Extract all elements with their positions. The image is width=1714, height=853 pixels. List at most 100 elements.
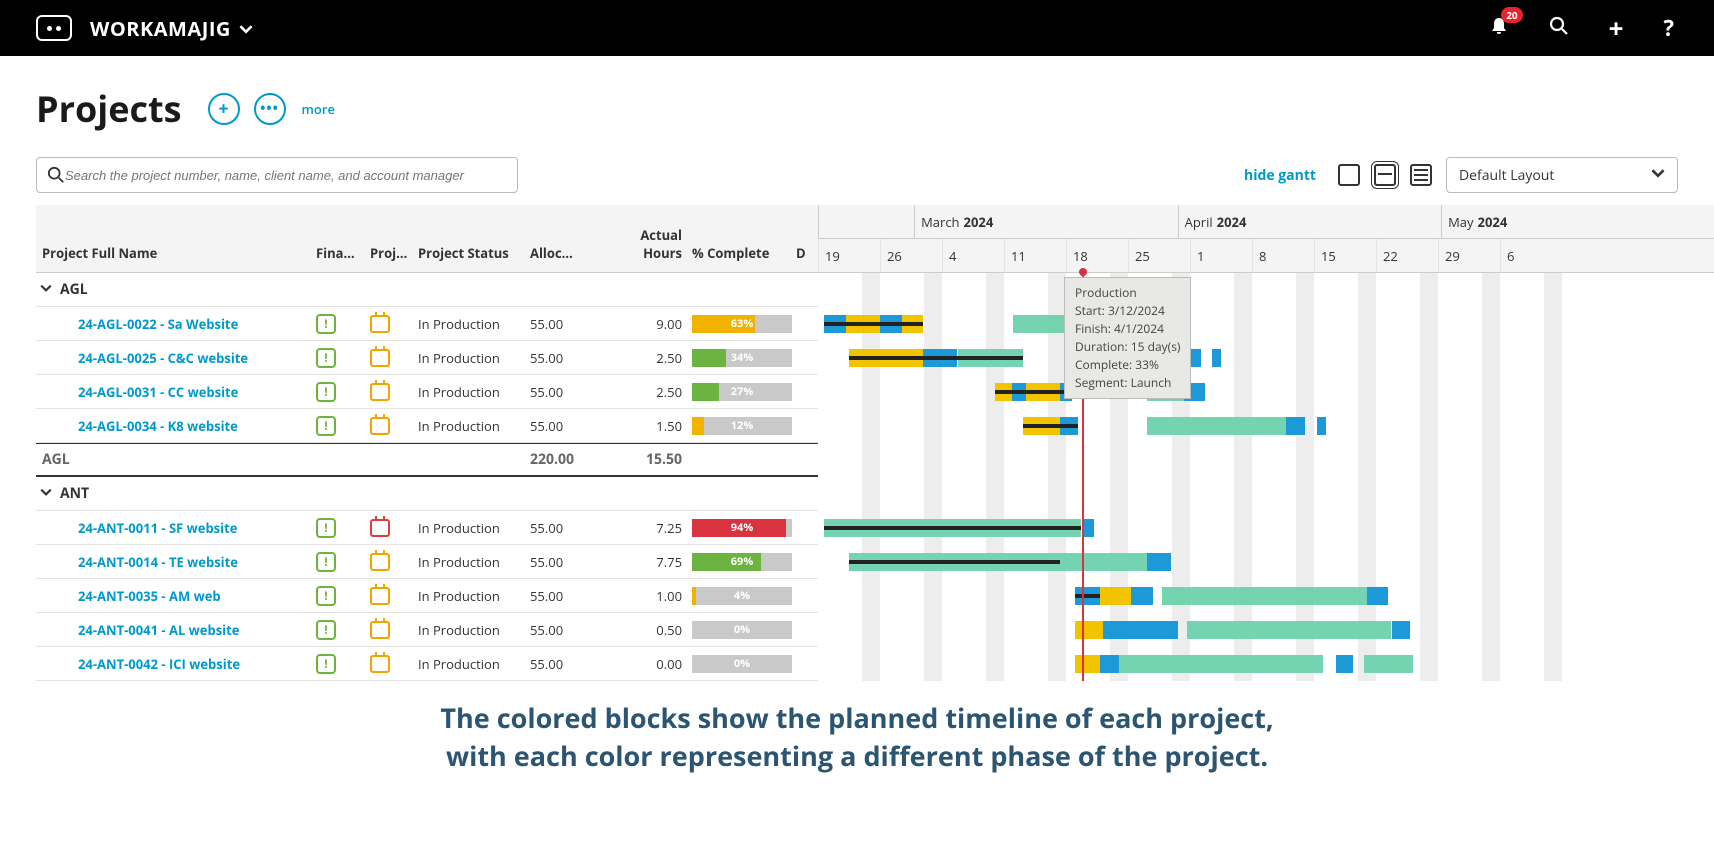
- help-icon[interactable]: ?: [1664, 13, 1675, 43]
- gantt-segment[interactable]: [1317, 417, 1326, 435]
- gantt-row[interactable]: [818, 647, 1714, 681]
- project-link[interactable]: 24-AGL-0025 - C&C website: [36, 349, 316, 367]
- tooltip-start: Start: 3/12/2024: [1075, 302, 1180, 320]
- view-card-icon[interactable]: [1338, 164, 1360, 186]
- day-cell: 4: [942, 239, 1004, 272]
- gantt-row[interactable]: [818, 579, 1714, 613]
- search-icon[interactable]: [1549, 15, 1569, 42]
- gantt-segment[interactable]: [1187, 621, 1392, 639]
- hide-gantt-link[interactable]: hide gantt: [1244, 166, 1316, 185]
- col-project-name[interactable]: Project Full Name: [36, 244, 316, 262]
- gantt-segment[interactable]: [1162, 587, 1367, 605]
- financial-status-icon[interactable]: !: [316, 416, 370, 436]
- gantt-progress-line: [849, 560, 1060, 564]
- project-link[interactable]: 24-AGL-0031 - CC website: [36, 383, 316, 401]
- project-schedule-icon[interactable]: [370, 349, 418, 367]
- project-schedule-icon[interactable]: [370, 383, 418, 401]
- month-cell: April 2024: [1178, 205, 1442, 238]
- gantt-segment[interactable]: [1212, 349, 1221, 367]
- project-schedule-icon[interactable]: [370, 519, 418, 537]
- financial-status-icon[interactable]: !: [316, 586, 370, 606]
- magnify-icon: [47, 166, 65, 184]
- project-schedule-icon[interactable]: [370, 315, 418, 333]
- financial-status-icon[interactable]: !: [316, 620, 370, 640]
- gantt-segment[interactable]: [1075, 621, 1103, 639]
- project-link[interactable]: 24-ANT-0014 - TE website: [36, 553, 316, 571]
- notifications-button[interactable]: 20: [1489, 15, 1509, 42]
- layout-value: Default Layout: [1459, 166, 1554, 185]
- brand-menu[interactable]: WORKAMAJIG: [90, 15, 253, 42]
- gantt-segment[interactable]: [1367, 587, 1389, 605]
- col-proj[interactable]: Proj…: [370, 244, 418, 262]
- gantt-row[interactable]: [818, 307, 1714, 341]
- gantt-row[interactable]: [818, 341, 1714, 375]
- more-link[interactable]: more: [302, 100, 335, 118]
- project-link[interactable]: 24-AGL-0034 - K8 website: [36, 417, 316, 435]
- status-cell: In Production: [418, 519, 530, 537]
- project-link[interactable]: 24-ANT-0041 - AL website: [36, 621, 316, 639]
- col-status[interactable]: Project Status: [418, 244, 530, 262]
- financial-status-icon[interactable]: !: [316, 348, 370, 368]
- project-schedule-icon[interactable]: [370, 655, 418, 673]
- financial-status-icon[interactable]: !: [316, 552, 370, 572]
- view-list-icon[interactable]: [1410, 164, 1432, 186]
- gantt-segment[interactable]: [1336, 655, 1353, 673]
- alloc-cell: 55.00: [530, 383, 600, 401]
- gantt-segment[interactable]: [1286, 417, 1305, 435]
- app-header: WORKAMAJIG 20 + ?: [0, 0, 1714, 56]
- col-complete[interactable]: % Complete: [688, 244, 796, 262]
- project-link[interactable]: 24-ANT-0011 - SF website: [36, 519, 316, 537]
- project-link[interactable]: 24-ANT-0035 - AM web: [36, 587, 316, 605]
- alloc-cell: 55.00: [530, 315, 600, 333]
- group-row[interactable]: ANT: [36, 477, 818, 511]
- financial-status-icon[interactable]: !: [316, 654, 370, 674]
- search-box[interactable]: [36, 157, 518, 193]
- actual-cell: 0.50: [600, 621, 688, 639]
- gantt-segment[interactable]: [1147, 553, 1172, 571]
- collapse-icon[interactable]: [40, 484, 52, 503]
- project-schedule-icon[interactable]: [370, 621, 418, 639]
- notification-count: 20: [1501, 7, 1522, 23]
- add-icon[interactable]: +: [1609, 10, 1624, 46]
- gantt-row[interactable]: [818, 613, 1714, 647]
- alloc-cell: 55.00: [530, 587, 600, 605]
- financial-status-icon[interactable]: !: [316, 518, 370, 538]
- add-project-button[interactable]: +: [208, 93, 240, 125]
- project-schedule-icon[interactable]: [370, 417, 418, 435]
- actual-cell: 1.50: [600, 417, 688, 435]
- financial-status-icon[interactable]: !: [316, 314, 370, 334]
- col-alloc[interactable]: Alloc…: [530, 244, 600, 262]
- project-schedule-icon[interactable]: [370, 553, 418, 571]
- gantt-segment[interactable]: [1100, 587, 1131, 605]
- project-row: 24-ANT-0042 - ICI website ! In Productio…: [36, 647, 818, 681]
- gantt-segment[interactable]: [1131, 587, 1153, 605]
- complete-cell: 0%: [688, 621, 796, 639]
- gantt-segment[interactable]: [1364, 655, 1414, 673]
- month-cell: May 2024: [1441, 205, 1565, 238]
- view-row-icon[interactable]: [1374, 164, 1396, 186]
- project-link[interactable]: 24-ANT-0042 - ICI website: [36, 655, 316, 673]
- project-schedule-icon[interactable]: [370, 587, 418, 605]
- gantt-segment[interactable]: [1392, 621, 1411, 639]
- gantt-segment[interactable]: [1103, 621, 1177, 639]
- gantt-segment[interactable]: [1147, 417, 1287, 435]
- col-final[interactable]: Fina…: [316, 244, 370, 262]
- gantt-row[interactable]: [818, 409, 1714, 443]
- project-link[interactable]: 24-AGL-0022 - Sa Website: [36, 315, 316, 333]
- tooltip-complete: Complete: 33%: [1075, 356, 1180, 374]
- group-row[interactable]: AGL: [36, 273, 818, 307]
- col-d[interactable]: D: [796, 244, 812, 262]
- collapse-icon[interactable]: [40, 280, 52, 299]
- search-input[interactable]: [65, 168, 507, 183]
- status-cell: In Production: [418, 587, 530, 605]
- gantt-segment[interactable]: [1119, 655, 1324, 673]
- col-actual[interactable]: Actual Hours: [600, 226, 688, 262]
- gantt-row[interactable]: [818, 545, 1714, 579]
- app-logo[interactable]: [36, 15, 72, 41]
- gantt-row[interactable]: [818, 375, 1714, 409]
- gantt-row[interactable]: [818, 511, 1714, 545]
- financial-status-icon[interactable]: !: [316, 382, 370, 402]
- gantt-segment[interactable]: [1075, 655, 1100, 673]
- more-actions-button[interactable]: •••: [254, 93, 286, 125]
- layout-select[interactable]: Default Layout: [1446, 157, 1678, 193]
